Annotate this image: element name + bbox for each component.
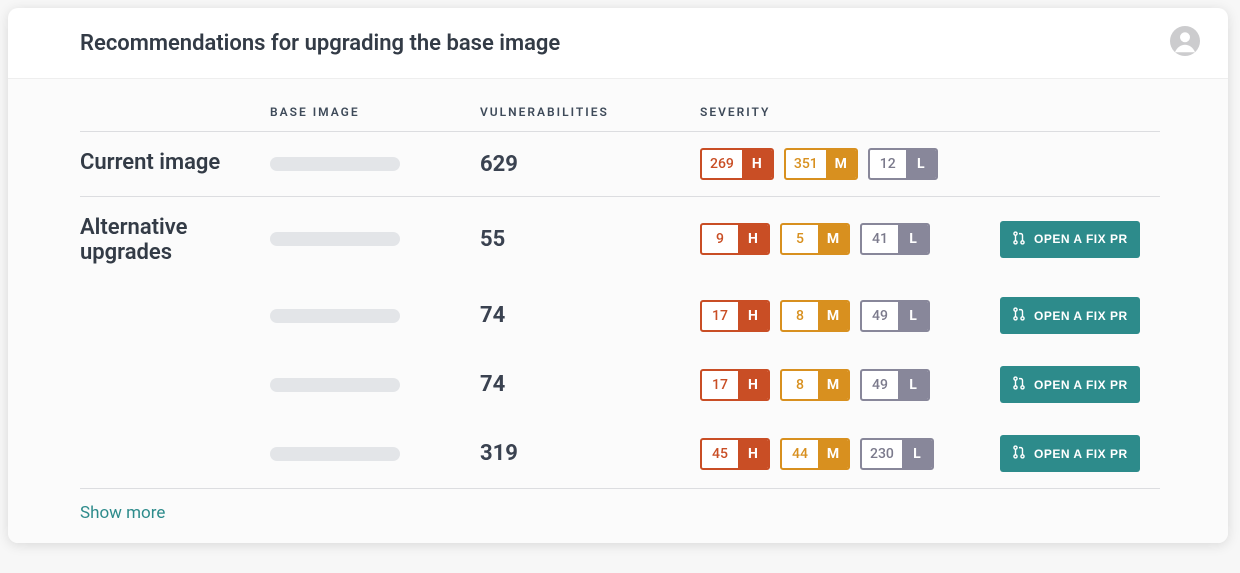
column-headers-row: BASE IMAGE VULNERABILITIES SEVERITY [80,99,1160,131]
open-fix-pr-button[interactable]: OPEN A FIX PR [1000,435,1140,472]
severity-group: 9H 5M 41L [700,223,1000,255]
severity-badge-medium: 8M [780,300,850,332]
git-pull-request-icon [1012,376,1026,393]
table-row: Current image 629 269H 351M 12L [80,132,1160,196]
git-pull-request-icon [1012,307,1026,324]
severity-group: 17H 8M 49L [700,369,1000,401]
row-section-label: Alternative upgrades [80,213,270,265]
base-image-placeholder [270,157,400,171]
divider [80,488,1160,489]
base-image-placeholder [270,447,400,461]
base-image-placeholder [270,309,400,323]
severity-badge-medium: 351M [784,148,858,180]
severity-badge-medium: 5M [780,223,850,255]
row-section-label [80,297,270,299]
row-section-label [80,366,270,368]
card-body: BASE IMAGE VULNERABILITIES SEVERITY Curr… [8,79,1228,543]
card-header: Recommendations for upgrading the base i… [8,8,1228,79]
severity-group: 17H 8M 49L [700,300,1000,332]
show-more-link[interactable]: Show more [80,489,165,523]
row-section-label: Current image [80,148,270,175]
vulnerability-count: 74 [480,372,700,397]
base-image-placeholder [270,232,400,246]
vulnerability-count: 629 [480,152,700,177]
severity-badge-low: 41L [860,223,930,255]
table-row: 319 45H 44M 230L OPEN A FIX PR [80,419,1160,488]
severity-badge-high: 269H [700,148,774,180]
severity-badge-medium: 8M [780,369,850,401]
vulnerability-count: 74 [480,303,700,328]
column-header-vulnerabilities: VULNERABILITIES [480,105,700,119]
open-fix-pr-button[interactable]: OPEN A FIX PR [1000,297,1140,334]
recommendations-card: Recommendations for upgrading the base i… [8,8,1228,543]
vulnerability-count: 319 [480,441,700,466]
row-section-label [80,435,270,437]
git-pull-request-icon [1012,231,1026,248]
page-title: Recommendations for upgrading the base i… [80,31,560,56]
vulnerability-count: 55 [480,227,700,252]
severity-badge-high: 9H [700,223,770,255]
table-row: Alternative upgrades 55 9H 5M 41L OPEN A… [80,197,1160,281]
severity-badge-medium: 44M [780,438,850,470]
severity-group: 269H 351M 12L [700,148,1000,180]
severity-badge-low: 12L [868,148,938,180]
severity-badge-low: 49L [860,300,930,332]
open-fix-pr-button[interactable]: OPEN A FIX PR [1000,221,1140,258]
base-image-placeholder [270,378,400,392]
table-row: 74 17H 8M 49L OPEN A FIX PR [80,281,1160,350]
open-fix-pr-button[interactable]: OPEN A FIX PR [1000,366,1140,403]
severity-badge-high: 17H [700,369,770,401]
severity-badge-low: 49L [860,369,930,401]
table-row: 74 17H 8M 49L OPEN A FIX PR [80,350,1160,419]
column-header-severity: SEVERITY [700,105,1000,119]
git-pull-request-icon [1012,445,1026,462]
column-header-base-image: BASE IMAGE [270,105,480,119]
severity-badge-high: 45H [700,438,770,470]
severity-badge-low: 230L [860,438,934,470]
user-avatar-icon[interactable] [1170,26,1200,60]
severity-badge-high: 17H [700,300,770,332]
severity-group: 45H 44M 230L [700,438,1000,470]
